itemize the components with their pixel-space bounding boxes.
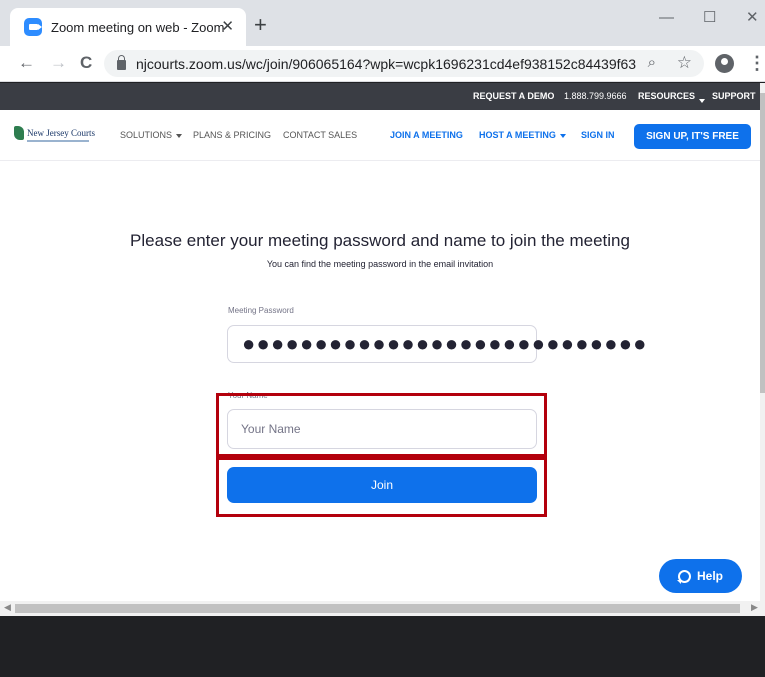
logo-leaf-icon <box>14 126 24 140</box>
vertical-scrollbar[interactable] <box>760 83 765 601</box>
logo-tagline-line <box>27 140 89 142</box>
request-demo-link[interactable]: REQUEST A DEMO <box>473 91 554 101</box>
scroll-right-icon[interactable]: ▶ <box>751 602 758 613</box>
main-nav: New Jersey Courts SOLUTIONS PLANS & PRIC… <box>0 110 760 161</box>
logo-text: New Jersey Courts <box>27 128 95 138</box>
forward-icon[interactable]: → <box>50 52 67 74</box>
nav-host-meeting-label: HOST A MEETING <box>479 130 556 140</box>
chat-bubble-icon <box>676 569 691 584</box>
chevron-down-icon <box>176 133 183 138</box>
browser-toolbar: ← → C njcourts.zoom.us/wc/join/906065164… <box>0 46 765 82</box>
password-mask: ●●●●●●●●●●●●●●●●●●●●●●●●●●●● <box>242 331 648 356</box>
support-link[interactable]: SUPPORT <box>712 91 756 101</box>
signup-button[interactable]: SIGN UP, IT'S FREE <box>634 124 751 149</box>
phone-number[interactable]: 1.888.799.9666 <box>564 91 627 101</box>
resources-label: RESOURCES <box>638 91 696 101</box>
vertical-scroll-thumb[interactable] <box>760 93 765 393</box>
horizontal-scrollbar[interactable]: ◀ ▶ <box>0 601 765 616</box>
nav-contact-sales[interactable]: CONTACT SALES <box>283 130 357 140</box>
url-text: njcourts.zoom.us/wc/join/906065164?wpk=w… <box>136 55 636 72</box>
reload-icon[interactable]: C <box>80 52 92 74</box>
nav-solutions[interactable]: SOLUTIONS <box>120 130 183 140</box>
help-label: Help <box>696 569 723 583</box>
zoom-icon[interactable]: ⌕ <box>648 54 656 71</box>
page-subtitle: You can find the meeting password in the… <box>266 259 494 269</box>
browser-menu-icon[interactable]: ⋮ <box>748 52 765 74</box>
utility-bar: REQUEST A DEMO 1.888.799.9666 RESOURCES … <box>0 83 760 110</box>
new-tab-icon[interactable]: + <box>254 13 267 37</box>
bookmark-star-icon[interactable]: ☆ <box>677 53 692 73</box>
browser-window: Zoom meeting on web - Zoom ✕ + — ☐ ✕ ← →… <box>0 0 765 677</box>
nav-solutions-label: SOLUTIONS <box>120 130 173 140</box>
join-button-highlight <box>216 457 547 517</box>
zoom-favicon-icon <box>24 18 42 36</box>
minimize-icon[interactable]: — <box>659 8 674 28</box>
window-close-icon[interactable]: ✕ <box>746 8 759 28</box>
horizontal-scroll-thumb[interactable] <box>15 604 740 613</box>
tab-close-icon[interactable]: ✕ <box>221 17 234 37</box>
back-icon[interactable]: ← <box>18 52 35 74</box>
browser-tab[interactable]: Zoom meeting on web - Zoom ✕ <box>10 8 246 46</box>
chevron-down-icon <box>699 99 706 103</box>
name-field-highlight <box>216 393 547 457</box>
address-bar[interactable]: njcourts.zoom.us/wc/join/906065164?wpk=w… <box>104 50 704 77</box>
scroll-left-icon[interactable]: ◀ <box>4 602 11 613</box>
nav-plans-pricing[interactable]: PLANS & PRICING <box>193 130 271 140</box>
njcourts-logo[interactable]: New Jersey Courts <box>14 126 95 142</box>
password-label: Meeting Password <box>228 306 294 315</box>
help-button[interactable]: Help <box>659 559 742 593</box>
page-viewport: REQUEST A DEMO 1.888.799.9666 RESOURCES … <box>0 83 760 601</box>
nav-host-meeting[interactable]: HOST A MEETING <box>479 130 566 140</box>
profile-icon[interactable] <box>715 54 734 73</box>
nav-join-meeting[interactable]: JOIN A MEETING <box>390 130 463 140</box>
tab-strip: Zoom meeting on web - Zoom ✕ + — ☐ ✕ <box>0 0 765 46</box>
resources-menu[interactable]: RESOURCES <box>638 91 706 103</box>
maximize-icon[interactable]: ☐ <box>703 8 716 28</box>
page-title: Please enter your meeting password and n… <box>130 231 630 250</box>
chevron-down-icon <box>559 133 566 138</box>
tab-title: Zoom meeting on web - Zoom <box>51 19 225 35</box>
meeting-password-input[interactable]: ●●●●●●●●●●●●●●●●●●●●●●●●●●●● <box>227 325 646 363</box>
nav-sign-in[interactable]: SIGN IN <box>581 130 615 140</box>
lock-icon <box>117 55 126 70</box>
